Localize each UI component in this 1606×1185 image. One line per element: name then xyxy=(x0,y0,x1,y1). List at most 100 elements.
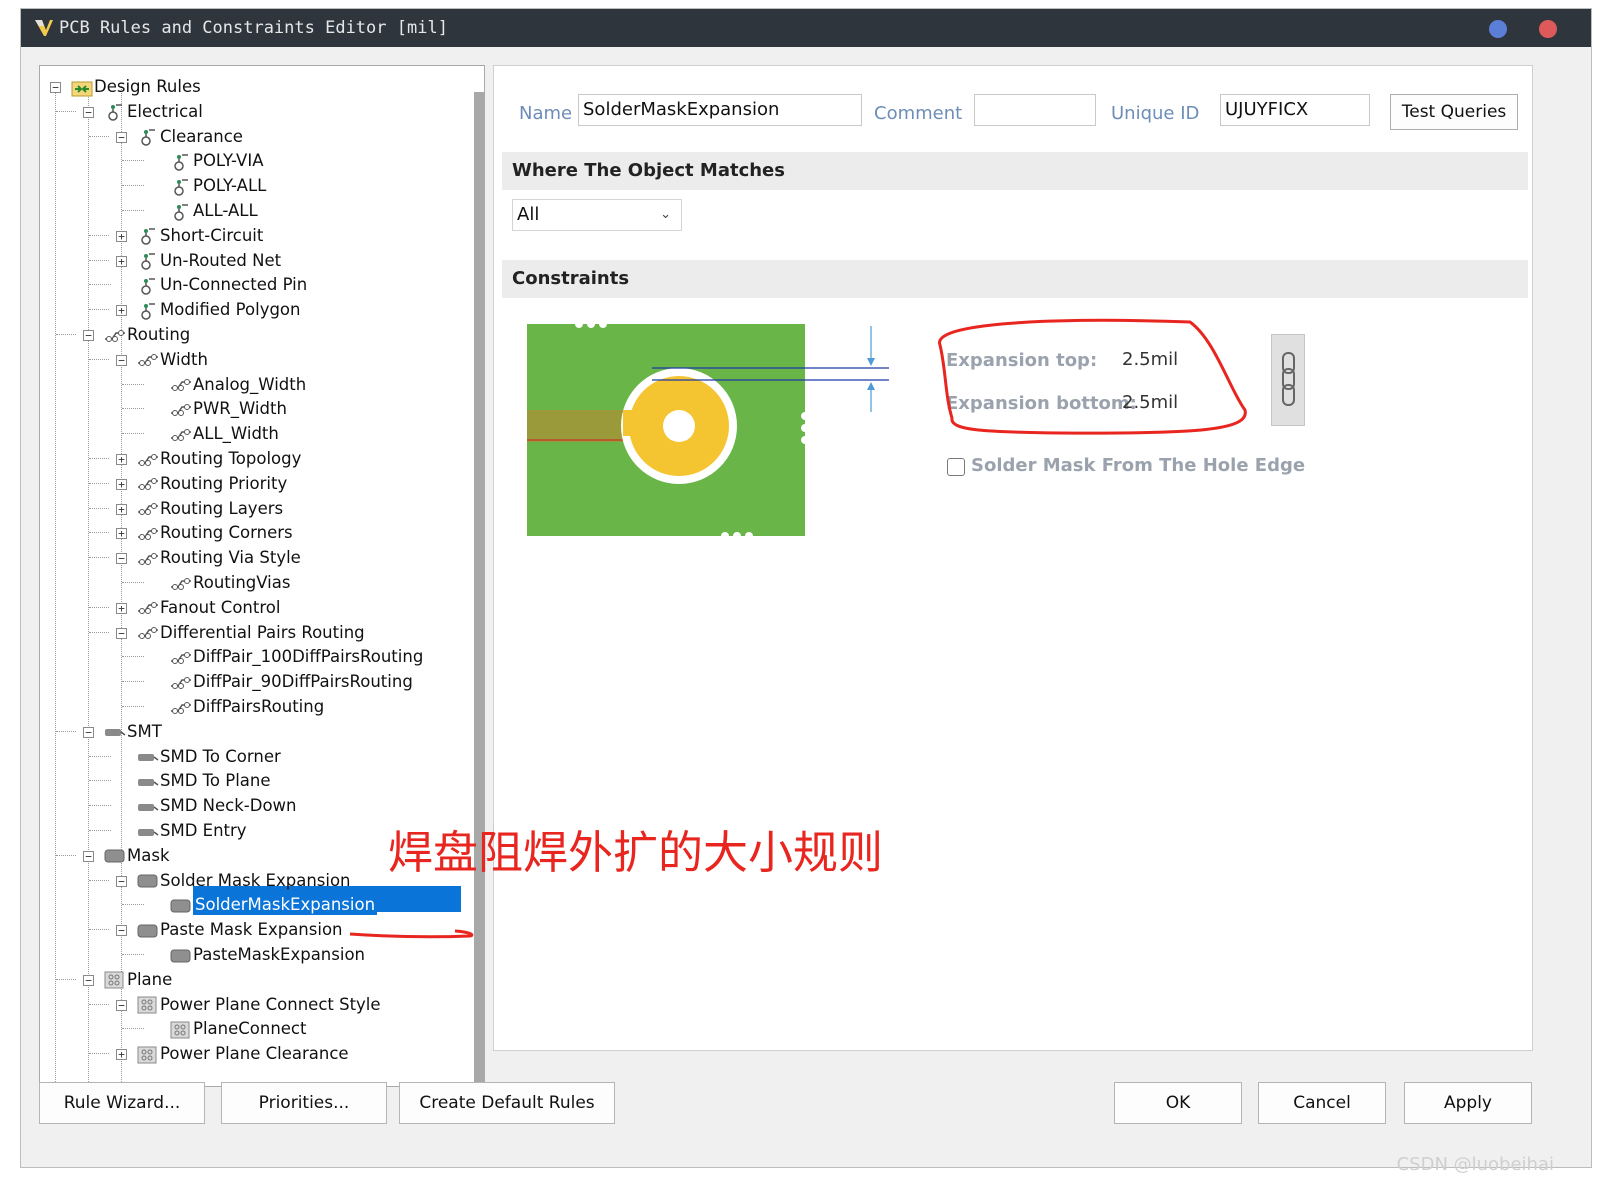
expand-toggle-icon[interactable]: + xyxy=(116,454,127,465)
tree-item-modified-polygon[interactable]: + Modified Polygon xyxy=(116,297,300,322)
tree-item-solder-mask-expansion[interactable]: − Solder Mask Expansion xyxy=(116,868,351,893)
chain-link-icon xyxy=(1282,352,1295,406)
link-values-toggle[interactable] xyxy=(1271,334,1305,426)
tree-item-label: Routing Corners xyxy=(160,523,293,543)
create-default-rules-button[interactable]: Create Default Rules xyxy=(399,1082,615,1124)
tree-item-diffpair-90diffpairsrouting[interactable]: DiffPair_90DiffPairsRouting xyxy=(149,669,413,694)
tree-connector xyxy=(122,408,144,410)
tree-scrollbar[interactable] xyxy=(474,92,484,1086)
collapse-toggle-icon[interactable]: − xyxy=(116,875,127,887)
expand-toggle-icon[interactable]: + xyxy=(116,503,127,515)
tree-item-routing-via-style[interactable]: − Routing Via Style xyxy=(116,545,301,570)
tree-item-routing-priority[interactable]: + Routing Priority xyxy=(116,471,287,496)
expand-toggle-icon[interactable]: + xyxy=(116,230,127,242)
mask-icon xyxy=(137,872,159,890)
expand-toggle-icon[interactable]: + xyxy=(116,305,127,317)
tree-item-routing-corners[interactable]: + Routing Corners xyxy=(116,520,293,545)
tree-item-planeconnect[interactable]: PlaneConnect xyxy=(149,1016,306,1041)
minimize-button[interactable] xyxy=(1489,20,1507,38)
tree-item-width[interactable]: − Width xyxy=(116,347,208,372)
tree-item-power-plane-connect-style[interactable]: − Power Plane Connect Style xyxy=(116,992,381,1017)
tree-item-poly-via[interactable]: POLY-VIA xyxy=(149,148,264,173)
collapse-toggle-icon[interactable]: − xyxy=(50,82,61,93)
tree-connector xyxy=(122,706,144,707)
unique-id-input[interactable]: UJUYFICX xyxy=(1220,94,1370,126)
tree-item-smd-to-plane[interactable]: SMD To Plane xyxy=(116,768,271,793)
tree-item-differential-pairs-routing[interactable]: − Differential Pairs Routing xyxy=(116,620,365,645)
expansion-bottom-value[interactable]: 2.5mil xyxy=(1122,392,1178,413)
tree-item-un-routed-net[interactable]: + Un-Routed Net xyxy=(116,248,281,273)
cancel-button[interactable]: Cancel xyxy=(1258,1082,1386,1124)
expand-toggle-icon[interactable]: + xyxy=(116,478,127,490)
tree-item-pastemaskexpansion[interactable]: PasteMaskExpansion xyxy=(149,942,365,967)
tree-item-routing-layers[interactable]: + Routing Layers xyxy=(116,496,283,521)
tree-item-short-circuit[interactable]: + Short-Circuit xyxy=(116,223,263,248)
rule-wizard-button[interactable]: Rule Wizard... xyxy=(39,1082,205,1124)
expand-toggle-icon[interactable]: + xyxy=(116,602,127,614)
tree-item-paste-mask-expansion[interactable]: − Paste Mask Expansion xyxy=(116,917,343,942)
tree-item-smd-entry[interactable]: SMD Entry xyxy=(116,818,247,843)
ok-button[interactable]: OK xyxy=(1114,1082,1242,1124)
tree-item-all-all[interactable]: ALL-ALL xyxy=(149,198,258,223)
cancel-label: Cancel xyxy=(1293,1093,1351,1113)
tree-item-design-rules[interactable]: − Design Rules xyxy=(50,74,201,99)
tree-item-label: PlaneConnect xyxy=(193,1019,307,1039)
tree-item-label: SMD To Corner xyxy=(160,746,281,766)
apply-button[interactable]: Apply xyxy=(1404,1082,1532,1124)
expansion-top-value[interactable]: 2.5mil xyxy=(1122,349,1178,370)
priorities-button[interactable]: Priorities... xyxy=(221,1082,387,1124)
name-input[interactable]: SolderMaskExpansion xyxy=(578,94,862,126)
tree-item-diffpairsrouting[interactable]: DiffPairsRouting xyxy=(149,694,324,719)
rules-tree[interactable]: − Design Rules − Electrical − Clearance POLY-V… xyxy=(39,65,485,1087)
tree-item-poly-all[interactable]: POLY-ALL xyxy=(149,173,266,198)
tree-item-soldermaskexpansion[interactable]: SolderMaskExpansion xyxy=(149,892,378,917)
collapse-toggle-icon[interactable]: − xyxy=(116,354,127,366)
tree-item-fanout-control[interactable]: + Fanout Control xyxy=(116,595,280,620)
routing-icon xyxy=(170,699,192,717)
mask-icon xyxy=(137,922,159,940)
tree-connector xyxy=(89,532,109,534)
tree-item-routing-topology[interactable]: + Routing Topology xyxy=(116,446,301,471)
expand-toggle-icon[interactable]: + xyxy=(116,528,127,540)
collapse-toggle-icon[interactable]: − xyxy=(83,850,94,862)
tree-item-smd-neck-down[interactable]: SMD Neck-Down xyxy=(116,793,297,818)
tree-connector xyxy=(89,259,109,261)
collapse-toggle-icon[interactable]: − xyxy=(83,330,94,341)
where-match-select[interactable]: All ⌄ xyxy=(512,199,682,231)
tree-item-power-plane-clearance[interactable]: + Power Plane Clearance xyxy=(116,1041,349,1066)
close-button[interactable] xyxy=(1539,20,1557,38)
tree-item-label: Routing Via Style xyxy=(160,548,301,568)
tree-item-label: Un-Routed Net xyxy=(160,250,282,270)
plane-icon xyxy=(137,996,159,1014)
tree-item-smt[interactable]: − SMT xyxy=(83,719,162,744)
tree-item-smd-to-corner[interactable]: SMD To Corner xyxy=(116,744,281,769)
tree-item-clearance[interactable]: − Clearance xyxy=(116,124,243,149)
collapse-toggle-icon[interactable]: − xyxy=(116,925,127,937)
test-queries-button[interactable]: Test Queries xyxy=(1390,94,1518,130)
hole-edge-checkbox[interactable] xyxy=(947,458,965,476)
tree-item-routing[interactable]: − Routing xyxy=(83,322,190,347)
tree-item-mask[interactable]: − Mask xyxy=(83,843,170,868)
comment-input[interactable] xyxy=(974,94,1096,126)
tree-item-routingvias[interactable]: RoutingVias xyxy=(149,570,290,595)
collapse-toggle-icon[interactable]: − xyxy=(83,726,94,738)
tree-item-electrical[interactable]: − Electrical xyxy=(83,99,203,124)
expand-toggle-icon[interactable]: + xyxy=(116,255,127,267)
tree-connector xyxy=(56,730,76,732)
collapse-toggle-icon[interactable]: − xyxy=(116,627,127,639)
title-bar[interactable]: PCB Rules and Constraints Editor [mil] xyxy=(21,9,1591,47)
collapse-toggle-icon[interactable]: − xyxy=(83,974,94,986)
tree-item-pwr-width[interactable]: PWR_Width xyxy=(149,396,287,421)
expand-toggle-icon[interactable]: + xyxy=(116,1049,127,1061)
collapse-toggle-icon[interactable]: − xyxy=(83,106,94,118)
where-match-value: All xyxy=(517,204,540,225)
tree-item-un-connected-pin[interactable]: Un-Connected Pin xyxy=(116,272,307,297)
tree-item-plane[interactable]: − Plane xyxy=(83,967,172,992)
tree-item-all-width[interactable]: ALL_Width xyxy=(149,421,279,446)
collapse-toggle-icon[interactable]: − xyxy=(116,999,127,1011)
collapse-toggle-icon[interactable]: − xyxy=(116,131,127,143)
tree-item-diffpair-100diffpairsrouting[interactable]: DiffPair_100DiffPairsRouting xyxy=(149,644,423,669)
collapse-toggle-icon[interactable]: − xyxy=(116,553,127,565)
tree-item-analog-width[interactable]: Analog_Width xyxy=(149,372,306,397)
tree-connector xyxy=(89,284,111,286)
